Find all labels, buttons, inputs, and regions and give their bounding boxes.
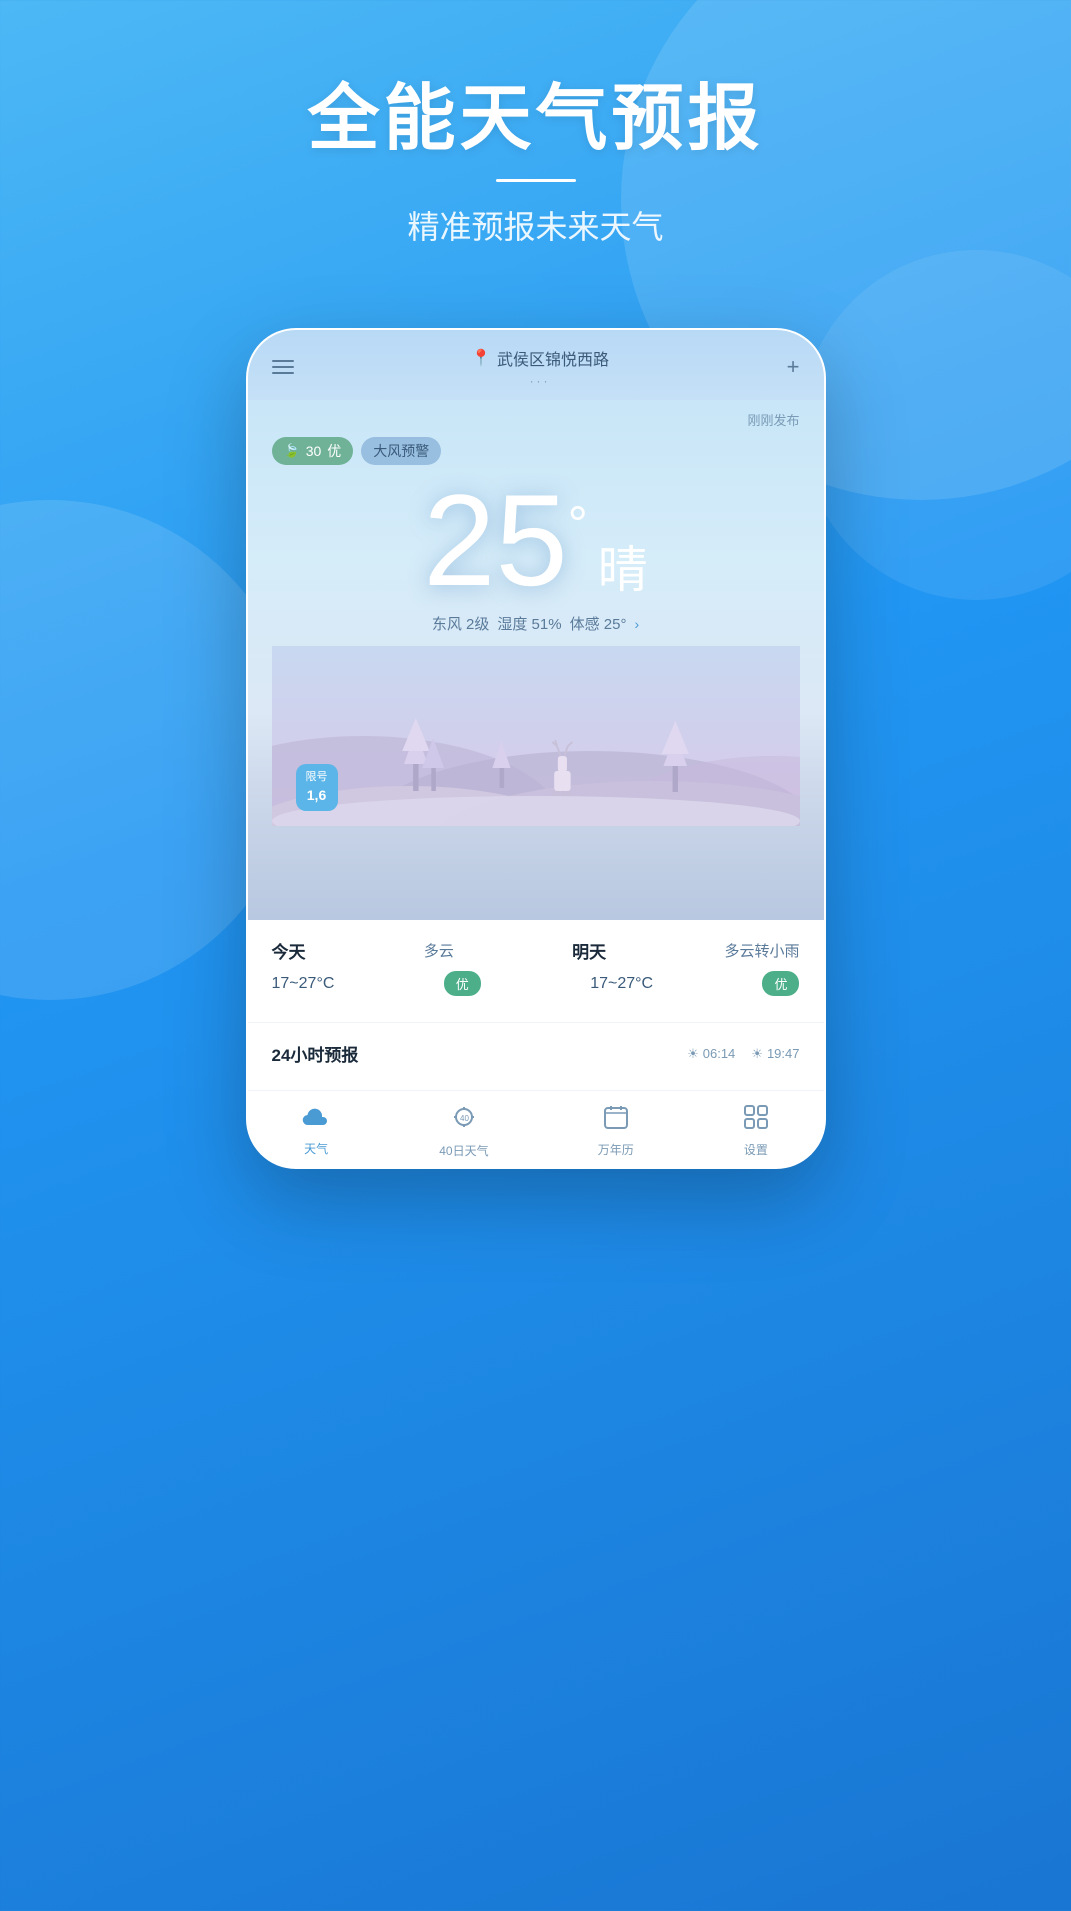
- just-published: 刚刚发布: [272, 410, 800, 429]
- aqi-value: 30: [306, 443, 322, 459]
- location-pin-icon: 📍: [471, 348, 491, 368]
- calendar-nav-icon: [603, 1104, 629, 1137]
- aqi-row: 🍃 30 优 大风预警: [272, 437, 800, 465]
- hourly-title: 24小时预报: [272, 1041, 359, 1066]
- forecast-temps-row: 17~27°C 优 17~27°C 优: [272, 971, 800, 996]
- today-forecast-row: 今天 多云 明天 多云转小雨: [272, 938, 800, 963]
- nav-item-weather[interactable]: 天气: [302, 1105, 330, 1157]
- menu-line-1: [272, 360, 294, 362]
- main-title: 全能天气预报: [40, 80, 1031, 159]
- limit-numbers: 1,6: [306, 786, 328, 806]
- sunrise-icon: ☀: [687, 1046, 699, 1062]
- today-label: 今天: [272, 938, 306, 963]
- location-row: 📍 武侯区锦悦西路 ···: [471, 346, 609, 388]
- add-button[interactable]: +: [787, 354, 800, 380]
- today-quality: 优: [444, 971, 481, 996]
- hourly-section: 24小时预报 ☀ 06:14 ☀ 19:47: [248, 1022, 824, 1090]
- today-temp: 17~27°C: [272, 975, 335, 993]
- humidity-info: 湿度 51%: [497, 613, 561, 634]
- leaf-icon: 🍃: [284, 443, 300, 459]
- limit-badge: 限号 1,6: [296, 764, 338, 811]
- tomorrow-condition: 多云转小雨: [724, 940, 799, 961]
- title-divider: [496, 179, 576, 182]
- location-dots: ···: [530, 374, 551, 388]
- feels-like-info: 体感 25°: [570, 613, 627, 634]
- svg-text:40: 40: [460, 1114, 469, 1123]
- warning-text: 大风预警: [373, 443, 429, 459]
- header-section: 全能天气预报 精准预报未来天气: [0, 0, 1071, 288]
- menu-line-3: [272, 372, 294, 374]
- settings-nav-icon: [743, 1104, 769, 1137]
- aqi-level: 优: [327, 441, 341, 461]
- forecast40-nav-label: 40日天气: [439, 1142, 488, 1159]
- forecast-section: 今天 多云 明天 多云转小雨 17~27°C 优 17~27°C 优: [248, 920, 824, 1022]
- today-condition: 多云: [424, 940, 454, 961]
- bg-decoration-3: [801, 250, 1071, 600]
- phone-mockup: 📍 武侯区锦悦西路 ··· + 刚刚发布 🍃 30 优 大风预警: [246, 328, 826, 1169]
- limit-label: 限号: [306, 770, 328, 785]
- sunset-time: 19:47: [767, 1046, 800, 1061]
- forecast40-nav-icon: 40: [450, 1103, 478, 1138]
- tomorrow-label: 明天: [572, 938, 606, 963]
- nav-item-calendar[interactable]: 万年历: [598, 1104, 634, 1158]
- sunrise-time: 06:14: [703, 1046, 736, 1061]
- settings-nav-label: 设置: [744, 1141, 768, 1158]
- weather-nav-label: 天气: [304, 1140, 328, 1157]
- subtitle: 精准预报未来天气: [40, 202, 1031, 248]
- degree-symbol: °: [568, 495, 588, 553]
- tomorrow-temp: 17~27°C: [590, 975, 653, 993]
- aqi-badge: 🍃 30 优: [272, 437, 354, 465]
- sunset-icon: ☀: [751, 1046, 763, 1062]
- warning-badge[interactable]: 大风预警: [361, 437, 441, 465]
- hourly-header: 24小时预报 ☀ 06:14 ☀ 19:47: [272, 1041, 800, 1066]
- menu-line-2: [272, 366, 294, 368]
- nav-item-settings[interactable]: 设置: [743, 1104, 769, 1158]
- sunrise-item: ☀ 06:14: [687, 1046, 735, 1062]
- location-text: 武侯区锦悦西路: [497, 346, 609, 370]
- tomorrow-quality: 优: [762, 971, 799, 996]
- sun-info: ☀ 06:14 ☀ 19:47: [687, 1046, 799, 1062]
- detail-arrow-icon: ›: [634, 616, 639, 632]
- phone-container: 📍 武侯区锦悦西路 ··· + 刚刚发布 🍃 30 优 大风预警: [246, 328, 826, 1169]
- temperature-area: 25 ° 晴: [272, 475, 800, 605]
- weather-nav-icon: [302, 1105, 330, 1136]
- wind-info: 东风 2级: [432, 613, 490, 634]
- phone-topbar: 📍 武侯区锦悦西路 ··· +: [248, 330, 824, 400]
- landscape-illustration: 限号 1,6: [272, 646, 800, 826]
- weather-details[interactable]: 东风 2级 湿度 51% 体感 25° ›: [272, 613, 800, 634]
- menu-button[interactable]: [272, 360, 294, 374]
- weather-condition: 晴: [598, 530, 648, 602]
- bottom-navigation: 天气 40 40日天气: [248, 1090, 824, 1167]
- temperature-value: 25: [423, 475, 568, 605]
- calendar-nav-label: 万年历: [598, 1141, 634, 1158]
- nav-item-40day[interactable]: 40 40日天气: [439, 1103, 488, 1159]
- weather-card: 刚刚发布 🍃 30 优 大风预警 25 ° 晴 东风 2级 湿度 51%: [248, 400, 824, 920]
- sunset-item: ☀ 19:47: [751, 1046, 799, 1062]
